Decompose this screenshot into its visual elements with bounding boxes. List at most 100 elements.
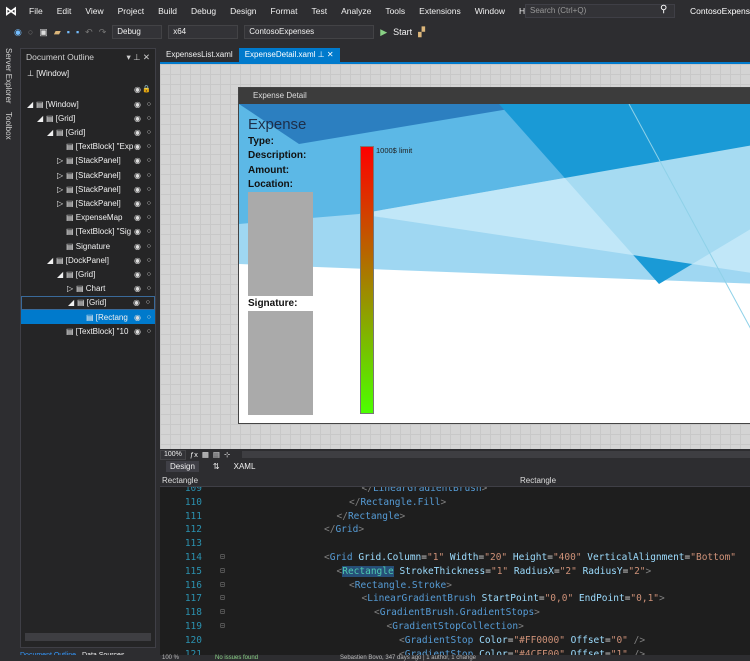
open-icon[interactable]: ▰: [54, 27, 61, 38]
visibility-icon[interactable]: ◉: [134, 327, 141, 336]
visibility-icon[interactable]: ◉: [134, 156, 141, 165]
menu-debug[interactable]: Debug: [184, 6, 223, 16]
lock-toggle-icon[interactable]: ○: [147, 200, 151, 207]
code-line[interactable]: 117 ⊟ <LinearGradientBrush StartPoint="0,0…: [160, 593, 750, 607]
save-all-icon[interactable]: ▪: [76, 27, 79, 37]
lock-toggle-icon[interactable]: ○: [147, 328, 151, 335]
code-line[interactable]: 111 </Rectangle>: [160, 511, 750, 525]
redo-icon[interactable]: ↷: [99, 27, 107, 38]
expander-icon[interactable]: ◢: [68, 298, 77, 307]
server-explorer-tab[interactable]: Server Explorer: [4, 48, 13, 104]
new-project-icon[interactable]: ▣: [39, 27, 48, 38]
lock-toggle-icon[interactable]: ○: [147, 101, 151, 108]
lock-toggle-icon[interactable]: ○: [147, 143, 151, 150]
lock-toggle-icon[interactable]: ○: [147, 172, 151, 179]
lock-toggle-icon[interactable]: ○: [147, 271, 151, 278]
lock-toggle-icon[interactable]: ○: [147, 257, 151, 264]
outline-node[interactable]: ◢ ▤ [Grid] ◉ ○: [21, 111, 155, 125]
lock-toggle-icon[interactable]: ○: [147, 228, 151, 235]
menu-window[interactable]: Window: [468, 6, 512, 16]
code-line[interactable]: 120 <GradientStop Color="#FF0000" Offset=…: [160, 635, 750, 649]
selected-rectangle-bar[interactable]: [360, 146, 374, 414]
menu-tools[interactable]: Tools: [378, 6, 412, 16]
git-annotation[interactable]: Sebastien Bovo, 347 days ago | 1 author,…: [340, 655, 476, 661]
forward-icon[interactable]: ○: [28, 27, 33, 37]
fold-icon[interactable]: ⊟: [220, 552, 225, 561]
code-line[interactable]: 118 ⊟ <GradientBrush.GradientStops>: [160, 607, 750, 621]
pin-icon[interactable]: ⊥: [318, 50, 325, 59]
code-line[interactable]: 112 </Grid>: [160, 524, 750, 538]
lock-icon[interactable]: 🔒: [142, 85, 151, 93]
fold-icon[interactable]: ⊟: [220, 621, 225, 630]
expander-icon[interactable]: ▷: [57, 171, 66, 180]
expander-icon[interactable]: ▷: [57, 185, 66, 194]
signature-box[interactable]: [248, 311, 313, 415]
outline-node[interactable]: ▷ ▤ [StackPanel] ◉ ○: [21, 196, 155, 210]
expander-icon[interactable]: ◢: [57, 270, 66, 279]
menu-test[interactable]: Test: [304, 6, 334, 16]
outline-node[interactable]: ▤ [TextBlock] "10 ◉ ○: [21, 324, 155, 338]
lock-toggle-icon[interactable]: ○: [147, 285, 151, 292]
tab-expense-detail[interactable]: ExpenseDetail.xaml ⊥ ✕: [238, 48, 340, 62]
code-line[interactable]: 113: [160, 538, 750, 552]
outline-node[interactable]: ▤ [TextBlock] "Exp ◉ ○: [21, 140, 155, 154]
menu-build[interactable]: Build: [151, 6, 184, 16]
search-icon[interactable]: ⚲: [660, 4, 667, 15]
lock-toggle-icon[interactable]: ○: [146, 299, 150, 306]
horizontal-scrollbar[interactable]: [25, 633, 151, 641]
designer-horizontal-scrollbar[interactable]: [242, 451, 750, 458]
configuration-dropdown[interactable]: Debug: [112, 25, 163, 39]
panel-pin-close-icons[interactable]: ▾ ⊥ ✕: [126, 52, 150, 63]
hot-reload-icon[interactable]: ▞: [418, 27, 425, 38]
expander-icon[interactable]: ◢: [27, 100, 36, 109]
code-line[interactable]: 116 ⊟ <Rectangle.Stroke>: [160, 580, 750, 594]
lock-toggle-icon[interactable]: ○: [147, 214, 151, 221]
outline-node[interactable]: ◢ ▤ [DockPanel] ◉ ○: [21, 253, 155, 267]
outline-node[interactable]: ▷ ▤ [StackPanel] ◉ ○: [21, 182, 155, 196]
outline-node[interactable]: ▷ ▤ [StackPanel] ◉ ○: [21, 154, 155, 168]
menu-design[interactable]: Design: [223, 6, 263, 16]
visibility-icon[interactable]: ◉: [134, 213, 141, 222]
back-icon[interactable]: ◉: [14, 27, 22, 38]
visibility-icon[interactable]: ◉: [134, 199, 141, 208]
menu-project[interactable]: Project: [111, 6, 151, 16]
visibility-icon[interactable]: ◉: [134, 100, 141, 109]
issues-status[interactable]: No issues found: [215, 655, 258, 661]
save-icon[interactable]: ▪: [67, 27, 70, 37]
visibility-icon[interactable]: ◉: [134, 313, 141, 322]
start-button[interactable]: Start: [393, 27, 412, 37]
code-line[interactable]: 119 ⊟ <GradientStopCollection>: [160, 621, 750, 635]
swap-panes-button[interactable]: ⇅: [213, 462, 220, 471]
lock-toggle-icon[interactable]: ○: [147, 314, 151, 321]
element-dropdown-left[interactable]: Rectangle: [162, 476, 198, 485]
element-dropdown-right[interactable]: Rectangle: [520, 476, 556, 485]
tab-design[interactable]: Design: [166, 461, 199, 472]
menu-extensions[interactable]: Extensions: [412, 6, 468, 16]
expander-icon[interactable]: ◢: [47, 256, 56, 265]
expander-icon[interactable]: ◢: [47, 128, 56, 137]
menu-edit[interactable]: Edit: [50, 6, 79, 16]
startup-project-dropdown[interactable]: ContosoExpenses: [244, 25, 375, 39]
outline-node[interactable]: ▤ ExpenseMap ◉ ○: [21, 211, 155, 225]
design-window-preview[interactable]: Expense Detail Expense Type: Description…: [238, 87, 750, 424]
visibility-icon[interactable]: ◉: [133, 298, 140, 307]
outline-root[interactable]: ⊥ [Window]: [21, 66, 155, 80]
snap-grid-icon[interactable]: ▤: [213, 450, 220, 459]
tab-expenses-list[interactable]: ExpensesList.xaml: [160, 48, 239, 62]
outline-node[interactable]: ◢ ▤ [Grid] ◉ ○: [21, 295, 155, 310]
undo-icon[interactable]: ↶: [85, 27, 93, 38]
visibility-icon[interactable]: ◉: [134, 171, 141, 180]
fold-icon[interactable]: ⊟: [220, 593, 225, 602]
expander-icon[interactable]: ▷: [57, 156, 66, 165]
outline-node[interactable]: ◢ ▤ [Window] ◉ ○: [21, 97, 155, 111]
toolbox-tab[interactable]: Toolbox: [4, 112, 13, 140]
zoom-dropdown[interactable]: 100%: [160, 449, 186, 460]
outline-node[interactable]: ▷ ▤ [StackPanel] ◉ ○: [21, 168, 155, 182]
outline-node[interactable]: ◢ ▤ [Grid] ◉ ○: [21, 267, 155, 281]
visibility-icon[interactable]: ◉: [134, 185, 141, 194]
code-line[interactable]: 109 </LinearGradientBrush>: [160, 487, 750, 497]
menu-analyze[interactable]: Analyze: [334, 6, 378, 16]
lock-toggle-icon[interactable]: ○: [147, 243, 151, 250]
lock-toggle-icon[interactable]: ○: [147, 157, 151, 164]
expense-map[interactable]: [248, 192, 313, 296]
